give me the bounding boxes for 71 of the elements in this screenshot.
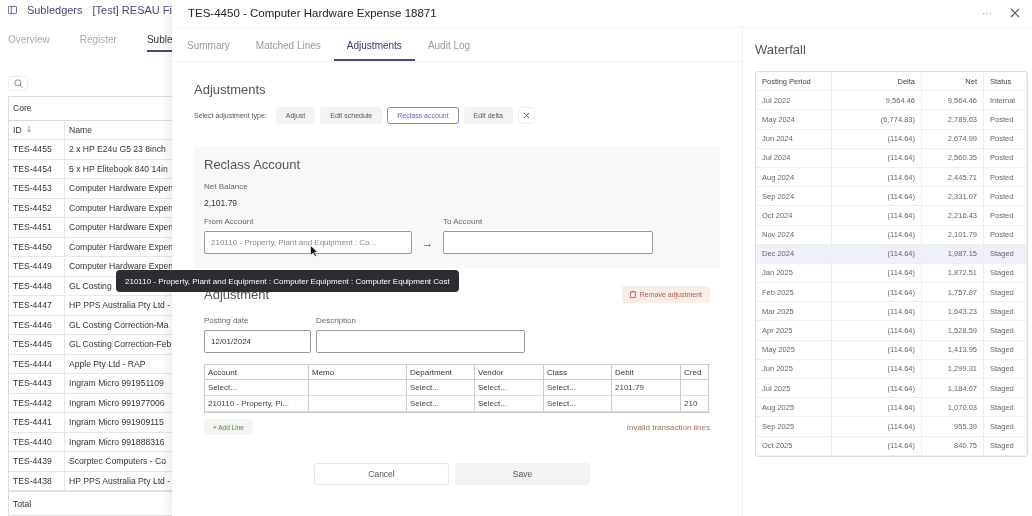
table-cell[interactable]: Select... — [475, 396, 544, 412]
from-account-field[interactable]: 210110 - Property, Plant and Equipment : Co... — [204, 231, 412, 254]
tooltip: 210110 - Property, Plant and Equipment : Computer Equipment : Computer Equipment Cost — [116, 270, 459, 292]
table-cell: TES-4441 — [9, 413, 65, 432]
column-header: Account — [205, 365, 309, 380]
column-header: Class — [544, 365, 612, 380]
cancel-button[interactable]: Cancel — [314, 463, 449, 485]
save-button[interactable]: Save — [455, 463, 590, 485]
table-cell: TES-4448 — [9, 276, 65, 295]
table-cell: TES-4454 — [9, 159, 65, 178]
cursor-icon — [310, 245, 318, 257]
field-label: To Account — [443, 217, 484, 226]
table-cell[interactable]: Select... — [475, 380, 544, 396]
sidebar-icon[interactable] — [8, 4, 17, 15]
column-header: Department — [407, 365, 475, 380]
close-icon — [522, 112, 530, 119]
table-cell: TES-4453 — [9, 179, 65, 198]
column-header: Debit — [612, 365, 681, 380]
table-cell: TES-4442 — [9, 393, 65, 412]
search-button[interactable] — [8, 76, 28, 91]
tab[interactable]: Adjustments — [333, 26, 415, 61]
sort-arrow-icon — [25, 126, 32, 134]
error-message: Invalid transaction lines — [626, 422, 710, 432]
close-button[interactable] — [1010, 8, 1020, 18]
clipboard-icon — [629, 291, 636, 298]
table-cell[interactable] — [681, 380, 709, 396]
table-cell[interactable]: 210 — [681, 396, 709, 412]
search-icon — [13, 78, 23, 88]
table-cell[interactable]: Select... — [407, 396, 475, 412]
table-cell: TES-4451 — [9, 218, 65, 237]
table-cell[interactable]: Select... — [544, 380, 612, 396]
table-cell: TES-4444 — [9, 354, 65, 373]
table-cell: TES-4450 — [9, 237, 65, 256]
modal-title: TES-4450 - Computer Hardware Expense 18871 — [188, 7, 438, 19]
table-cell: TES-4455 — [9, 140, 65, 159]
panel-title: Waterfall — [755, 42, 807, 57]
field-label: Posting date — [204, 316, 250, 325]
table-cell: TES-4439 — [9, 452, 65, 471]
close-icon — [1010, 8, 1020, 18]
table-cell: TES-4452 — [9, 198, 65, 217]
column-header: Cred — [681, 365, 709, 380]
field-label: From Account — [204, 217, 255, 226]
net-balance: 2,101.79 — [204, 198, 239, 208]
breadcrumb-link[interactable]: Subledgers — [26, 3, 83, 16]
field-label: Net Balance — [204, 182, 249, 191]
column-header[interactable]: ID — [9, 120, 65, 139]
table-cell[interactable]: Select... — [544, 396, 612, 412]
table-cell[interactable] — [309, 396, 407, 412]
arrow-icon: → — [422, 231, 433, 254]
table-cell: TES-4447 — [9, 296, 65, 315]
description-field[interactable] — [316, 330, 525, 353]
table-cell: TES-4443 — [9, 374, 65, 393]
table-cell[interactable]: Select... — [407, 380, 475, 396]
section-title: Adjustments — [194, 82, 267, 97]
table-cell: TES-4449 — [9, 257, 65, 276]
table-cell[interactable]: 2101.79 — [612, 380, 681, 396]
table-cell[interactable] — [309, 380, 407, 396]
table-cell: TES-4445 — [9, 335, 65, 354]
posting-date-field[interactable]: 12/01/2024 — [204, 330, 311, 353]
column-header: Vendor — [475, 365, 544, 380]
table-cell: TES-4446 — [9, 315, 65, 334]
column-header: Memo — [309, 365, 407, 380]
table-cell: TES-4438 — [9, 471, 65, 490]
card-title: Reclass Account — [204, 157, 302, 172]
table-cell: TES-4440 — [9, 432, 65, 451]
field-label: Description — [316, 316, 357, 325]
table-cell[interactable]: Select... — [205, 380, 309, 396]
table-cell[interactable] — [612, 396, 681, 412]
breadcrumb-link[interactable]: [Test] RESAU Fi — [92, 3, 172, 16]
table-cell[interactable]: 210110 - Property, Pl... — [205, 396, 309, 412]
to-account-field[interactable] — [443, 231, 653, 254]
